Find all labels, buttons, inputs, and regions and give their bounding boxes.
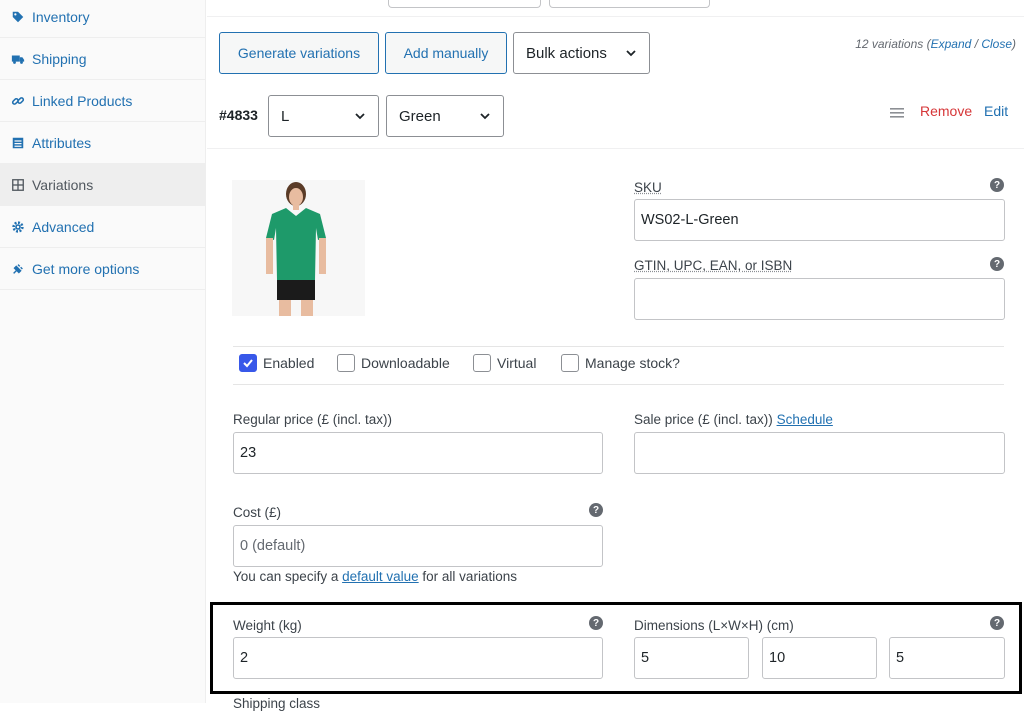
drag-handle-icon[interactable] [890, 108, 904, 118]
chevron-down-icon [626, 50, 636, 57]
select-stub[interactable] [549, 0, 710, 8]
checkbox-icon [561, 354, 579, 372]
divider [233, 346, 1004, 347]
manage-stock-checkbox[interactable]: Manage stock? [561, 354, 680, 372]
bulk-actions-select[interactable]: Bulk actions [513, 32, 650, 74]
sale-price-field[interactable] [634, 432, 1005, 474]
sidebar-item-variations[interactable]: Variations [0, 164, 206, 206]
divider [233, 384, 1004, 385]
sidebar-item-get-more-options[interactable]: Get more options [0, 248, 206, 290]
default-value-link[interactable]: default value [342, 569, 419, 584]
size-value: L [281, 107, 290, 125]
color-value: Green [399, 107, 441, 125]
virtual-label: Virtual [497, 355, 537, 371]
tshirt-model-image [232, 180, 365, 316]
truck-icon [10, 51, 26, 67]
checkbox-icon [473, 354, 491, 372]
list-icon [10, 135, 26, 151]
bulk-actions-value: Bulk actions [526, 44, 607, 62]
add-manually-button[interactable]: Add manually [385, 32, 507, 74]
tag-icon [10, 9, 26, 25]
sku-label: SKU [634, 180, 662, 195]
grid-icon [10, 177, 26, 193]
expand-link[interactable]: Expand [931, 37, 972, 51]
select-stub[interactable] [388, 0, 541, 8]
sidebar-item-label: Inventory [32, 8, 90, 25]
checkbox-icon [337, 354, 355, 372]
checkbox-checked-icon [239, 354, 257, 372]
highlight-box [210, 602, 1022, 694]
divider [207, 16, 1024, 17]
product-data-tabs: Inventory Shipping Linked Products Attri… [0, 0, 206, 703]
variation-id: #4833 [219, 107, 258, 123]
downloadable-label: Downloadable [361, 355, 450, 371]
size-select[interactable]: L [268, 95, 379, 137]
sidebar-item-label: Linked Products [32, 92, 133, 109]
gtin-field[interactable] [634, 278, 1005, 320]
cost-hint-text: for all variations [422, 569, 517, 584]
help-icon[interactable]: ? [589, 503, 603, 517]
generate-variations-button[interactable]: Generate variations [219, 32, 379, 74]
cost-label: Cost (£) [233, 505, 282, 520]
color-select[interactable]: Green [386, 95, 504, 137]
cost-field[interactable]: 0 (default) [233, 525, 603, 567]
virtual-checkbox[interactable]: Virtual [473, 354, 536, 372]
sale-price-label: Sale price (£ (incl. tax)) [634, 412, 773, 427]
sidebar-item-label: Attributes [32, 134, 92, 151]
sidebar-item-attributes[interactable]: Attributes [0, 122, 206, 164]
enabled-label: Enabled [263, 355, 315, 371]
variation-image[interactable] [232, 180, 365, 316]
regular-price-label: Regular price (£ (incl. tax)) [233, 412, 393, 427]
sidebar-item-shipping[interactable]: Shipping [0, 38, 206, 80]
shipping-class-label: Shipping class [233, 696, 321, 711]
divider [207, 148, 1024, 149]
manage-stock-label: Manage stock? [585, 355, 680, 371]
sidebar-item-linked-products[interactable]: Linked Products [0, 80, 206, 122]
sidebar-item-label: Shipping [32, 50, 87, 67]
sidebar-item-advanced[interactable]: Advanced [0, 206, 206, 248]
sku-field[interactable]: WS02-L-Green [634, 199, 1005, 241]
enabled-checkbox[interactable]: Enabled [239, 354, 314, 372]
plugin-icon [10, 261, 26, 277]
link-icon [10, 93, 26, 109]
variations-panel: Generate variations Add manually Bulk ac… [207, 0, 1024, 711]
regular-price-field[interactable]: 23 [233, 432, 603, 474]
edit-link[interactable]: Edit [984, 103, 1008, 119]
remove-link[interactable]: Remove [920, 103, 972, 119]
sidebar-item-inventory[interactable]: Inventory [0, 0, 206, 38]
cost-hint: You can specify a default value for all … [233, 569, 517, 584]
help-icon[interactable]: ? [990, 178, 1004, 192]
sidebar-item-label: Get more options [32, 260, 140, 277]
count-label: 12 variations [855, 37, 924, 51]
cost-hint-text: You can specify a [233, 569, 339, 584]
downloadable-checkbox[interactable]: Downloadable [337, 354, 450, 372]
sidebar-item-label: Variations [32, 176, 94, 193]
schedule-link[interactable]: Schedule [777, 412, 833, 427]
chevron-down-icon [480, 113, 490, 120]
chevron-down-icon [355, 113, 365, 120]
sidebar-item-label: Advanced [32, 218, 95, 235]
gtin-label: GTIN, UPC, EAN, or ISBN [634, 258, 793, 273]
help-icon[interactable]: ? [990, 257, 1004, 271]
sale-price-label-row: Sale price (£ (incl. tax)) Schedule [634, 412, 833, 427]
gear-icon [10, 219, 26, 235]
variations-count: 12 variations (Expand / Close) [855, 37, 1016, 51]
close-link[interactable]: Close [981, 37, 1012, 51]
